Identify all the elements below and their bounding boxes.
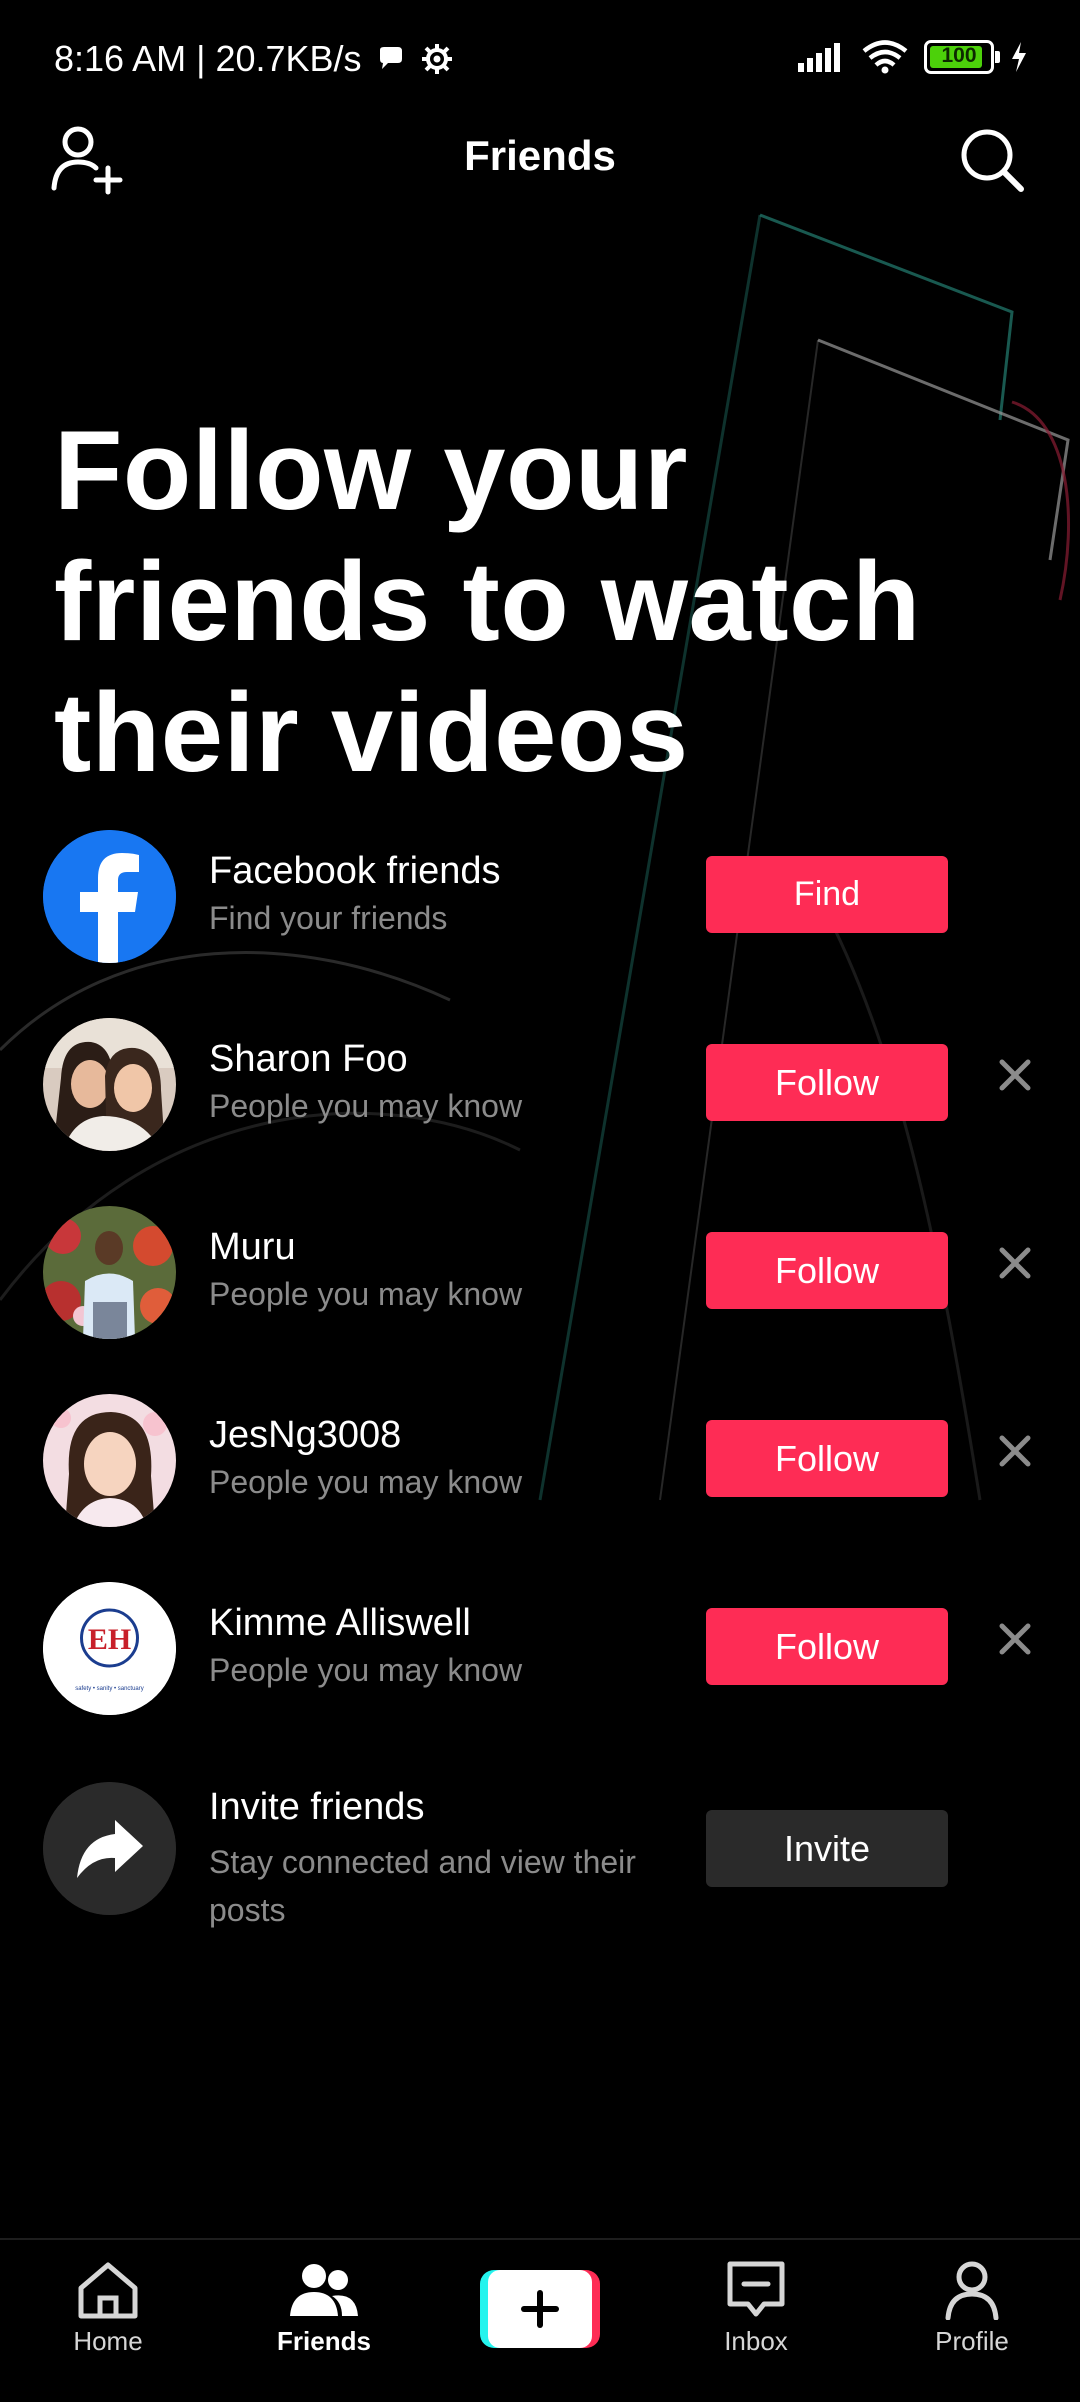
suggestion-reason: People you may know [209,1088,523,1124]
headline: Follow your friends to watch their video… [54,408,921,795]
status-time-speed: 8:16 AM | 20.7KB/s [54,38,362,79]
suggestion-row[interactable]: EH safety • sanity • sanctuary Kimme All… [0,1582,1080,1722]
avatar-logo-text: EH [88,1623,131,1656]
suggestion-reason: People you may know [209,1652,523,1688]
plus-icon [521,2290,559,2328]
avatar[interactable] [43,1018,176,1151]
profile-icon [945,2261,999,2320]
suggestion-name: Muru [209,1226,296,1268]
suggestion-name: JesNg3008 [209,1414,402,1456]
suggestion-row[interactable]: JesNg3008 People you may know Follow [0,1394,1080,1534]
nav-profile[interactable]: Profile [892,2260,1052,2357]
create-button[interactable] [480,2270,600,2348]
suggestion-name: Sharon Foo [209,1038,408,1080]
facebook-friends-title: Facebook friends [209,850,501,892]
nav-home[interactable]: Home [28,2260,188,2357]
invite-button[interactable]: Invite [706,1810,948,1887]
facebook-friends-text: Facebook friends Find your friends [209,848,679,942]
message-icon [379,47,402,69]
search-button[interactable] [952,120,1032,200]
status-right: 100 [796,40,1028,74]
find-button[interactable]: Find [706,856,948,933]
wifi-icon [862,40,908,74]
follow-button[interactable]: Follow [706,1044,948,1121]
settings-icon [421,44,452,74]
suggestion-text: Muru People you may know [209,1224,679,1318]
suggestion-row[interactable]: Sharon Foo People you may know Follow [0,1018,1080,1158]
dismiss-button[interactable] [994,1618,1036,1660]
nav-friends[interactable]: Friends [244,2260,404,2357]
status-bar: 8:16 AM | 20.7KB/s 100 [0,0,1080,120]
suggestion-row[interactable]: Muru People you may know Follow [0,1206,1080,1346]
search-icon [961,129,1024,192]
avatar-logo-caption: safety • sanity • sanctuary [75,1686,144,1692]
suggestion-text: JesNg3008 People you may know [209,1412,679,1506]
avatar[interactable]: EH safety • sanity • sanctuary [43,1582,176,1715]
nav-profile-label: Profile [935,2326,1009,2356]
facebook-icon [43,830,176,963]
invite-friends-row[interactable]: Invite friends Stay connected and view t… [0,1782,1080,1942]
charging-icon [1012,42,1026,72]
invite-friends-subtitle: Stay connected and view their posts [209,1844,636,1928]
battery-level: 100 [941,44,977,67]
avatar[interactable] [43,1206,176,1339]
invite-friends-title: Invite friends [209,1786,425,1828]
dismiss-button[interactable] [994,1430,1036,1472]
status-left: 8:16 AM | 20.7KB/s [54,38,454,80]
inbox-icon [727,2261,785,2317]
suggestion-reason: People you may know [209,1276,523,1312]
close-icon [999,1247,1031,1279]
close-icon [999,1623,1031,1655]
signal-icon [798,43,840,72]
nav-inbox-label: Inbox [724,2326,788,2356]
suggestion-text: Sharon Foo People you may know [209,1036,679,1130]
dismiss-button[interactable] [994,1054,1036,1096]
follow-button[interactable]: Follow [706,1420,948,1497]
follow-button[interactable]: Follow [706,1608,948,1685]
page-title: Friends [464,132,616,179]
dismiss-button[interactable] [994,1242,1036,1284]
nav-inbox[interactable]: Inbox [676,2260,836,2357]
nav-home-label: Home [73,2326,143,2356]
battery-icon: 100 [924,40,1000,74]
suggestion-reason: People you may know [209,1464,523,1500]
facebook-friends-row[interactable]: Facebook friends Find your friends Find [0,830,1080,970]
home-icon [78,2262,138,2319]
top-header: Friends [0,110,1080,210]
nav-friends-label: Friends [277,2326,371,2356]
suggestion-text: Kimme Alliswell People you may know [209,1600,679,1694]
close-icon [999,1059,1031,1091]
close-icon [999,1435,1031,1467]
bottom-navigation: Home Friends Inbox Profile [0,2238,1080,2402]
invite-friends-text: Invite friends Stay connected and view t… [209,1784,679,1934]
background-logo-art [0,213,1071,1501]
suggestion-name: Kimme Alliswell [209,1602,471,1644]
follow-button[interactable]: Follow [706,1232,948,1309]
friends-icon [290,2264,358,2316]
facebook-friends-subtitle: Find your friends [209,900,448,936]
avatar[interactable] [43,1394,176,1527]
share-icon [43,1782,176,1915]
